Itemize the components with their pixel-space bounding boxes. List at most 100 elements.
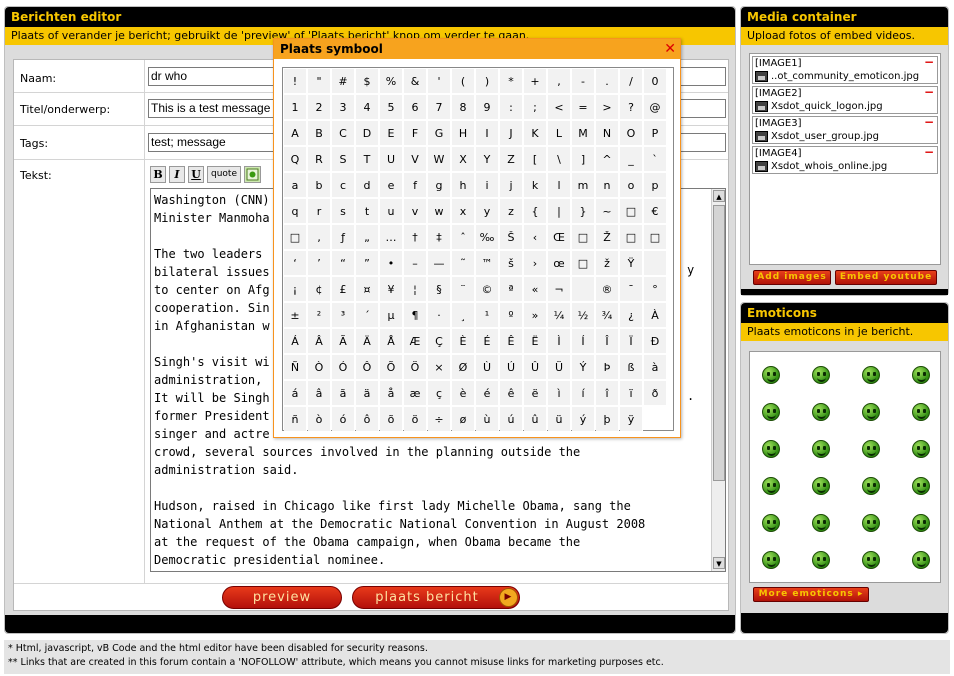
emoticon-icon[interactable] [862,440,880,458]
symbol-cell[interactable]: b [308,173,331,198]
symbol-cell[interactable]: œ [548,251,571,276]
symbol-cell[interactable]: \ [548,147,571,172]
submit-button[interactable]: plaats bericht ▶ [352,586,520,609]
symbol-cell[interactable]: $ [356,69,379,94]
symbol-cell[interactable]: § [428,277,451,302]
media-item[interactable]: [IMAGE1] − ..ot_community_emoticon.jpg [752,55,938,84]
symbol-cell[interactable]: … [380,225,403,250]
symbol-cell[interactable]: ð [644,381,667,406]
symbol-cell[interactable]: Ç [428,329,451,354]
symbol-cell[interactable]: ¼ [548,303,571,328]
remove-icon[interactable]: − [924,85,934,99]
symbol-cell[interactable]: [ [524,147,547,172]
symbol-cell[interactable]: E [380,121,403,146]
symbol-cell[interactable]: Ä [356,329,379,354]
symbol-cell[interactable]: Ì [548,329,571,354]
symbol-cell[interactable]: ¬ [548,277,571,302]
symbol-cell[interactable]: 4 [356,95,379,120]
symbol-cell[interactable]: P [644,121,667,146]
symbol-cell[interactable]: þ [596,407,619,432]
symbol-cell[interactable]: ñ [284,407,307,432]
symbol-cell[interactable]: < [548,95,571,120]
symbol-cell[interactable]: t [356,199,379,224]
symbol-cell[interactable]: » [524,303,547,328]
symbol-cell[interactable]: r [308,199,331,224]
bold-button[interactable]: B [150,166,166,183]
symbol-cell[interactable]: º [500,303,523,328]
symbol-cell[interactable]: v [404,199,427,224]
symbol-cell[interactable]: m [572,173,595,198]
symbol-cell[interactable]: š [500,251,523,276]
emoticon-icon[interactable] [812,403,830,421]
symbol-cell[interactable]: ‰ [476,225,499,250]
symbol-cell[interactable]: S [332,147,355,172]
emoticon-icon[interactable] [762,551,780,569]
symbol-cell[interactable]: ø [452,407,475,432]
symbol-cell[interactable]: 9 [476,95,499,120]
symbol-cell[interactable]: ² [308,303,331,328]
symbol-cell[interactable]: ½ [572,303,595,328]
symbol-cell[interactable]: l [548,173,571,198]
media-item[interactable]: [IMAGE3] − Xsdot_user_group.jpg [752,115,938,144]
symbol-cell[interactable]: “ [332,251,355,276]
symbol-cell[interactable]: T [356,147,379,172]
media-item[interactable]: [IMAGE4] − Xsdot_whois_online.jpg [752,145,938,174]
symbol-cell[interactable]: ü [548,407,571,432]
scroll-up-icon[interactable]: ▲ [713,190,725,202]
symbol-cell[interactable]: ä [356,381,379,406]
symbol-cell[interactable]: g [428,173,451,198]
symbol-cell[interactable]: A [284,121,307,146]
emoticon-icon[interactable] [912,477,930,495]
symbol-cell[interactable]: M [572,121,595,146]
textarea-scrollbar[interactable]: ▲ ▼ [711,189,725,571]
remove-icon[interactable]: − [924,55,934,69]
scroll-thumb[interactable] [713,205,725,481]
symbol-cell[interactable]: R [308,147,331,172]
symbol-cell[interactable]: 6 [404,95,427,120]
remove-icon[interactable]: − [924,145,934,159]
symbol-cell[interactable]: ö [404,407,427,432]
symbol-cell[interactable]: u [380,199,403,224]
symbol-cell[interactable]: □ [644,225,667,250]
more-emoticons-button[interactable]: More emoticons ▸ [753,587,869,602]
symbol-cell[interactable]: æ [404,381,427,406]
symbol-cell[interactable]: • [380,251,403,276]
symbol-cell[interactable]: h [452,173,475,198]
symbol-cell[interactable]: É [476,329,499,354]
symbol-cell[interactable]: ' [428,69,451,94]
symbol-cell[interactable]: í [572,381,595,406]
preview-button[interactable]: preview [222,586,342,609]
symbol-cell[interactable]: ; [524,95,547,120]
symbol-cell[interactable]: Ò [308,355,331,380]
symbol-cell[interactable]: D [356,121,379,146]
symbol-cell[interactable]: î [596,381,619,406]
symbol-cell[interactable]: ý [572,407,595,432]
symbol-cell[interactable]: X [452,147,475,172]
symbol-cell[interactable]: ¿ [620,303,643,328]
symbol-cell[interactable]: Ê [500,329,523,354]
symbol-cell[interactable]: † [404,225,427,250]
symbol-cell[interactable]: w [428,199,451,224]
symbol-cell[interactable]: ¢ [308,277,331,302]
emoticon-icon[interactable] [912,366,930,384]
symbol-cell[interactable]: ® [596,277,619,302]
symbol-cell[interactable]: 8 [452,95,475,120]
symbol-cell[interactable]: ÿ [620,407,643,432]
symbol-cell[interactable]: K [524,121,547,146]
symbol-cell[interactable]: Ð [644,329,667,354]
symbol-cell[interactable]: Ž [596,225,619,250]
symbol-cell[interactable]: > [596,95,619,120]
symbol-cell[interactable]: & [404,69,427,94]
symbol-cell[interactable]: Œ [548,225,571,250]
symbol-cell[interactable]: ‡ [428,225,451,250]
symbol-cell[interactable]: À [644,303,667,328]
symbol-cell[interactable]: / [620,69,643,94]
symbol-cell[interactable]: £ [332,277,355,302]
add-images-button[interactable]: Add images [753,270,831,285]
symbol-cell[interactable]: c [332,173,355,198]
symbol-cell[interactable]: : [500,95,523,120]
symbol-cell[interactable]: Å [380,329,403,354]
symbol-cell[interactable]: 0 [644,69,667,94]
symbol-cell[interactable]: ‘ [284,251,307,276]
symbol-cell[interactable]: ¤ [356,277,379,302]
